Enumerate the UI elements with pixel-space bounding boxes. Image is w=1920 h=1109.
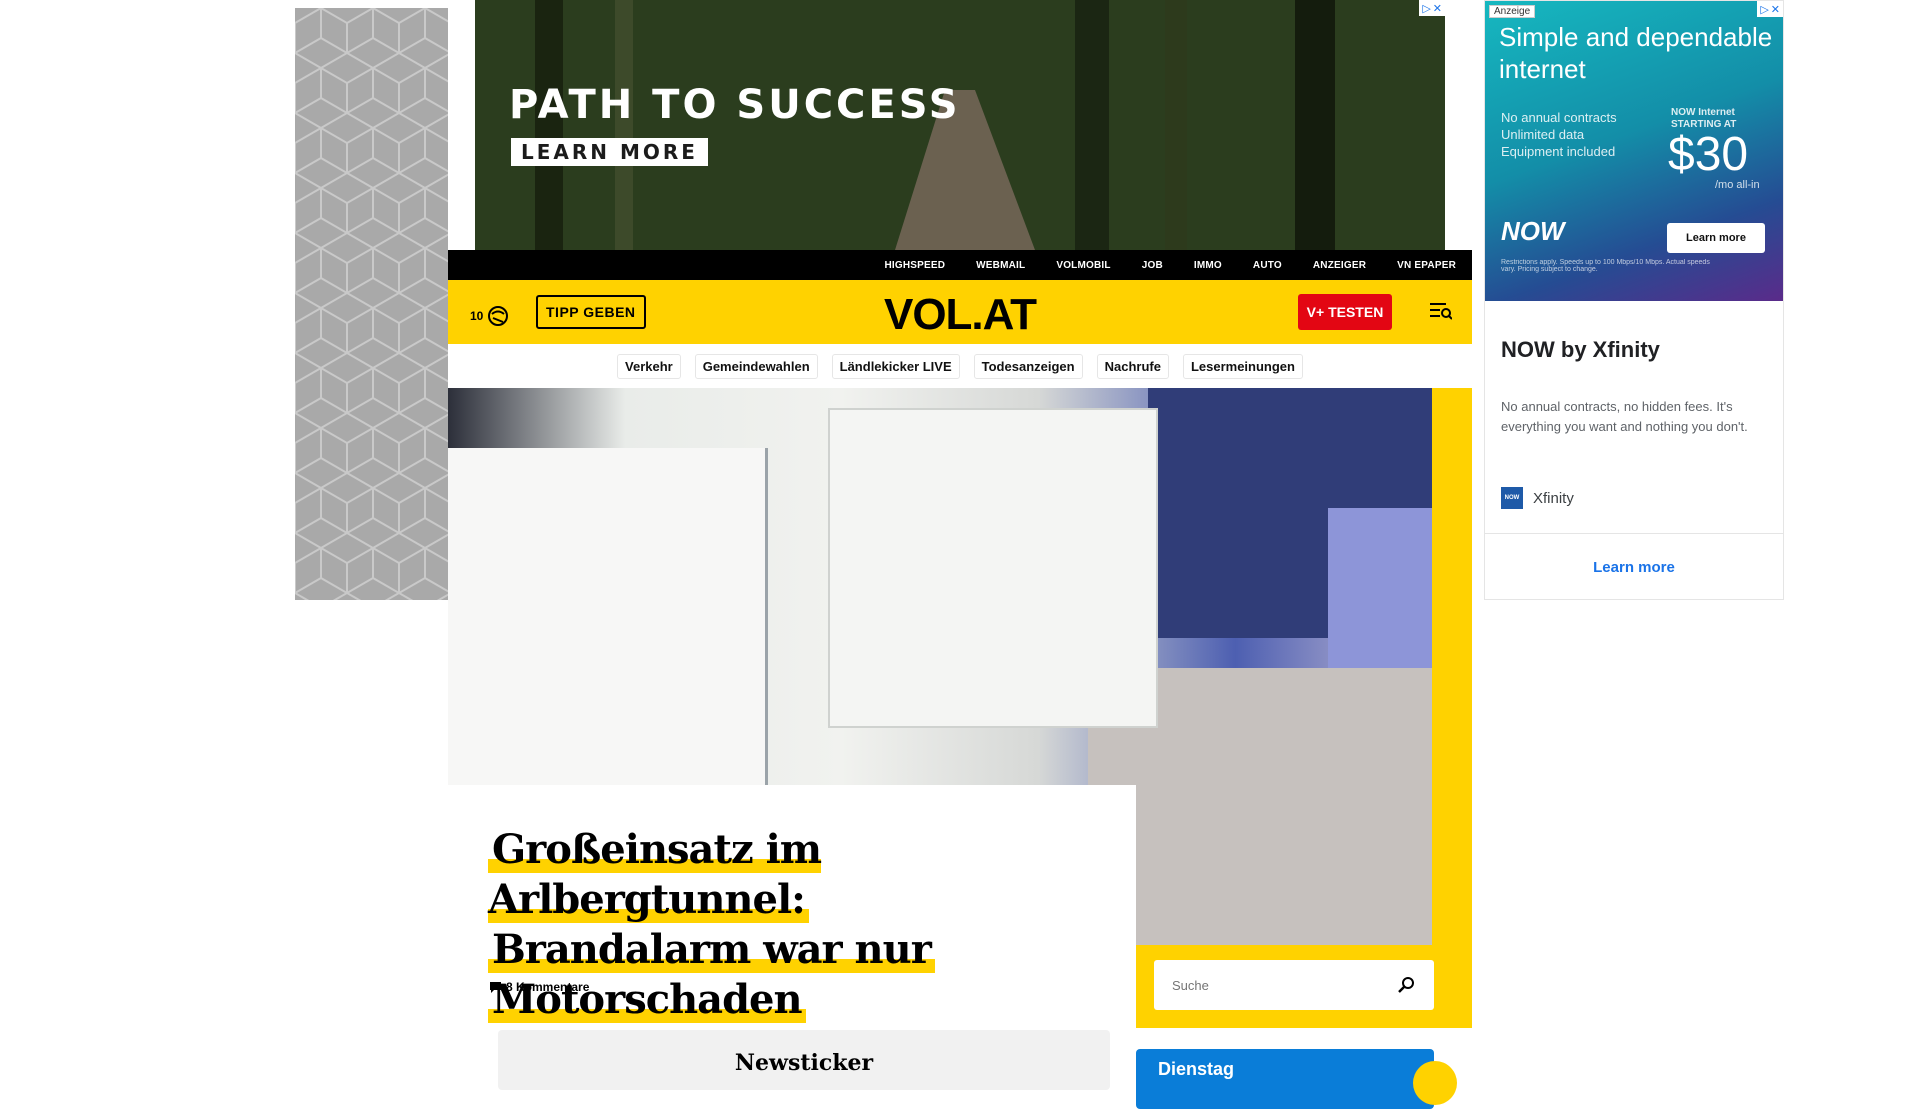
scroll-indicator-dot[interactable]	[1413, 1061, 1457, 1105]
ad-price-label-1: NOW Internet	[1671, 107, 1735, 118]
topnav-auto[interactable]: AUTO	[1253, 260, 1282, 271]
headline-line-2: Brandalarm war nur	[488, 926, 935, 973]
newsticker-header[interactable]: Newsticker	[498, 1030, 1110, 1090]
ad-headline: Simple and dependable internet	[1499, 22, 1773, 84]
main-header: 10 TIPP GEBEN VOL.AT V+ TESTEN	[448, 280, 1472, 344]
comment-icon	[490, 981, 501, 993]
ad-description: No annual contracts, no hidden fees. It'…	[1501, 399, 1748, 434]
ad-advertiser[interactable]: NOW Xfinity	[1501, 487, 1574, 509]
topnav-vn-epaper[interactable]: VN EPAPER	[1397, 260, 1456, 271]
vplus-testen-button[interactable]: V+ TESTEN	[1298, 294, 1392, 330]
top-service-nav: HIGHSPEED WEBMAIL VOLMOBIL JOB IMMO AUTO…	[448, 250, 1472, 280]
category-todesanzeigen[interactable]: Todesanzeigen	[973, 353, 1083, 379]
ad-advertiser-name: Xfinity	[1533, 489, 1574, 507]
top-banner-ad[interactable]: PATH TO SUCCESS LEARN MORE ▷ ✕	[475, 0, 1445, 250]
ad-price: $30	[1668, 128, 1749, 181]
comments-link[interactable]: 8 Kommentare	[490, 980, 589, 994]
topnav-job[interactable]: JOB	[1142, 260, 1163, 271]
topnav-anzeiger[interactable]: ANZEIGER	[1313, 260, 1366, 271]
search-icon[interactable]	[1398, 976, 1416, 994]
ad-feature-1: No annual contracts	[1501, 110, 1617, 125]
anzeige-tag: Anzeige	[1489, 5, 1536, 18]
search-box[interactable]	[1154, 960, 1434, 1010]
ad-learn-more-button[interactable]: LEARN MORE	[511, 138, 708, 166]
search-input[interactable]	[1172, 977, 1372, 993]
comments-count: 8 Kommentare	[506, 980, 590, 994]
topnav-immo[interactable]: IMMO	[1194, 260, 1222, 271]
adchoices-badge[interactable]: ▷ ✕	[1419, 0, 1445, 16]
hexagon-pattern-graphic	[295, 8, 448, 600]
category-bar: Verkehr Gemeindewahlen Ländlekicker LIVE…	[448, 344, 1472, 388]
background-pattern	[295, 8, 448, 600]
close-ad-icon[interactable]: ✕	[1433, 2, 1442, 15]
now-logo: NOW	[1501, 216, 1565, 246]
category-verkehr[interactable]: Verkehr	[617, 353, 681, 379]
article-headline[interactable]: Großeinsatz im Arlbergtunnel: Brandalarm…	[488, 825, 1108, 1025]
topnav-volmobil[interactable]: VOLMOBIL	[1056, 260, 1110, 271]
ad-features: No annual contracts Unlimited data Equip…	[1501, 109, 1617, 160]
right-close-ad-icon[interactable]: ✕	[1771, 3, 1780, 16]
ad-advertiser-title[interactable]: NOW by Xfinity	[1501, 337, 1660, 363]
site-container: HIGHSPEED WEBMAIL VOLMOBIL JOB IMMO AUTO…	[448, 250, 1472, 1109]
category-nachrufe[interactable]: Nachrufe	[1096, 353, 1169, 379]
topnav-highspeed[interactable]: HIGHSPEED	[884, 260, 945, 271]
right-adchoices-icon[interactable]: ▷	[1760, 3, 1768, 16]
ad-learn-more-link[interactable]: Learn more	[1485, 559, 1783, 576]
day-card[interactable]: Dienstag	[1136, 1049, 1434, 1109]
hero-truck-cab	[448, 448, 768, 788]
adchoices-icon[interactable]: ▷	[1422, 2, 1430, 15]
hero-truck-trailer	[828, 408, 1158, 728]
right-sidebar-ad[interactable]: Anzeige ▷ ✕ Simple and dependable intern…	[1484, 0, 1784, 600]
ad-visual[interactable]: Anzeige ▷ ✕ Simple and dependable intern…	[1485, 1, 1783, 301]
headline-line-1: Großeinsatz im Arlbergtunnel:	[488, 826, 822, 923]
ad-title: PATH TO SUCCESS	[509, 82, 961, 128]
article-card: Großeinsatz im Arlbergtunnel: Brandalarm…	[448, 785, 1136, 1090]
yellow-accent-bar	[1432, 388, 1472, 1028]
ad-divider	[1485, 533, 1783, 534]
ad-feature-3: Equipment included	[1501, 144, 1616, 159]
topnav-webmail[interactable]: WEBMAIL	[976, 260, 1025, 271]
right-adchoices-badge[interactable]: ▷ ✕	[1757, 1, 1783, 17]
category-gemeindewahlen[interactable]: Gemeindewahlen	[694, 353, 818, 379]
ad-fine-print: Restrictions apply. Speeds up to 100 Mbp…	[1501, 259, 1710, 273]
category-laendlekicker-live[interactable]: Ländlekicker LIVE	[831, 353, 960, 379]
ad-visual-learn-more-button[interactable]: Learn more	[1667, 223, 1765, 253]
ad-price-period: /mo all-in	[1715, 179, 1760, 191]
category-lesermeinungen[interactable]: Lesermeinungen	[1182, 353, 1303, 379]
menu-search-icon[interactable]	[1430, 302, 1452, 320]
ad-feature-2: Unlimited data	[1501, 127, 1585, 142]
xfinity-logo-icon: NOW	[1501, 487, 1523, 509]
